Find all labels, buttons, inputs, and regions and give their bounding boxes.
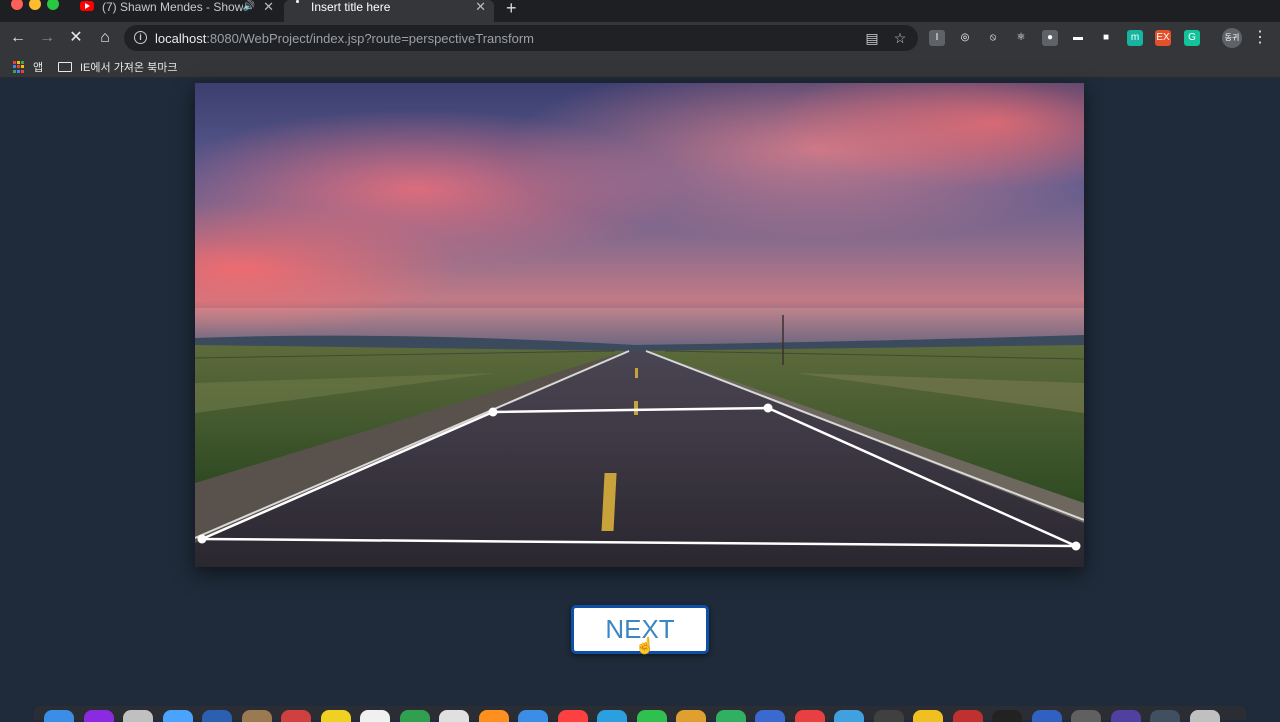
road-photo [195,83,1084,567]
extension-react-icon[interactable]: ⚛ [1013,30,1029,46]
dock-app-icon[interactable] [162,710,193,722]
dock-app-icon[interactable] [44,710,74,722]
dock-app-icon[interactable] [1150,710,1180,722]
bookmark-label: IE에서 가져온 북마크 [80,62,178,74]
extension-m-icon[interactable]: m [1127,30,1143,46]
youtube-icon [80,1,94,11]
window-maximize-button[interactable] [47,0,59,10]
dock-app-icon[interactable] [597,710,627,722]
dock-app-icon[interactable] [478,710,509,722]
perspective-canvas [195,83,1084,567]
bookmark-ie-folder[interactable]: IE에서 가져온 북마크 [58,59,177,75]
control-point-top-right[interactable] [763,403,773,413]
control-point-bottom-right[interactable] [1071,541,1081,551]
dock-app-icon[interactable] [1189,710,1220,722]
url-text[interactable]: localhost:8080/WebProject/index.jsp?rout… [155,31,534,46]
dock-app-icon[interactable] [360,710,390,722]
profile-avatar[interactable]: 동귀 [1222,28,1242,48]
new-tab-button[interactable]: + [506,0,517,19]
dock-app-icon[interactable] [755,710,785,722]
dock-app-icon[interactable] [399,710,430,722]
translate-icon[interactable]: ▤ [864,30,880,46]
dock-app-icon[interactable] [913,710,943,722]
extension-card-icon[interactable]: ▬ [1070,30,1086,46]
dock-app-icon[interactable] [992,710,1022,722]
menu-kebab-icon[interactable]: ⋮ [1252,27,1268,47]
dock-app-icon[interactable] [320,710,351,722]
dock-app-icon[interactable] [1031,710,1062,722]
dock-app-icon[interactable] [83,710,114,722]
dock-app-icon[interactable] [794,710,825,722]
dock-app-icon[interactable] [281,710,311,722]
tab-active[interactable]: Insert title here ✕ [284,0,494,22]
dock-app-icon[interactable] [557,710,588,722]
bookmark-apps[interactable]: 앱 [13,59,43,75]
dock-app-icon[interactable] [123,710,153,722]
control-point-bottom-left[interactable] [197,534,207,544]
dock-app-icon[interactable] [715,710,746,722]
stop-loading-icon[interactable]: ✕ [66,28,86,48]
extension-grammarly-icon[interactable]: G [1184,30,1200,46]
extension-target-icon[interactable]: ◎ [957,30,973,46]
dock-app-icon[interactable] [1071,710,1101,722]
window-close-button[interactable] [11,0,23,10]
page-body: NEXT [0,78,1280,706]
loading-icon [296,0,299,3]
dock-app-icon[interactable] [1110,710,1141,722]
bookmark-label: 앱 [33,62,44,74]
dock-app-icon[interactable] [439,710,469,722]
back-arrow-icon[interactable]: ← [8,28,28,48]
folder-icon [58,62,72,72]
apps-grid-icon [13,61,25,73]
bookmarks-bar: 앱 IE에서 가져온 북마크 [0,54,1280,78]
tab-strip: (7) Shawn Mendes - Show 🔊 ✕ Insert title… [0,0,1280,22]
extension-i-icon[interactable]: I [929,30,945,46]
control-point-top-left[interactable] [488,407,498,417]
bookmark-star-icon[interactable]: ☆ [892,30,908,46]
tab-title: (7) Shawn Mendes - Show [102,0,243,14]
extension-square-icon[interactable]: ■ [1098,30,1114,46]
dock-app-icon[interactable] [202,710,232,722]
speaker-icon[interactable]: 🔊 [243,0,255,14]
home-icon[interactable]: ⌂ [95,28,115,48]
dock-app-icon[interactable] [518,710,548,722]
dock-app-icon[interactable] [834,710,864,722]
tab-youtube[interactable]: (7) Shawn Mendes - Show 🔊 ✕ [72,0,282,22]
dock-app-icon[interactable] [873,710,904,722]
dock-app-icon[interactable] [676,710,706,722]
window-minimize-button[interactable] [29,0,41,10]
address-bar[interactable]: i localhost:8080/WebProject/index.jsp?ro… [124,25,918,51]
browser-toolbar: ← → ✕ ⌂ i localhost:8080/WebProject/inde… [0,22,1280,54]
dock-app-icon[interactable] [241,710,272,722]
dock-app-icon[interactable] [952,710,983,722]
tab-close-icon[interactable]: ✕ [475,0,486,14]
hand-cursor-icon: ☝ [635,638,655,655]
extension-circle-icon[interactable]: ● [1042,30,1058,46]
extension-block-icon[interactable]: ⦸ [985,30,1001,46]
forward-arrow-icon[interactable]: → [37,28,57,48]
site-info-icon[interactable]: i [134,31,147,44]
tab-close-icon[interactable]: ✕ [263,0,274,14]
extension-ex-icon[interactable]: EX [1155,30,1171,46]
dock-app-icon[interactable] [636,710,667,722]
tab-title: Insert title here [311,0,391,14]
